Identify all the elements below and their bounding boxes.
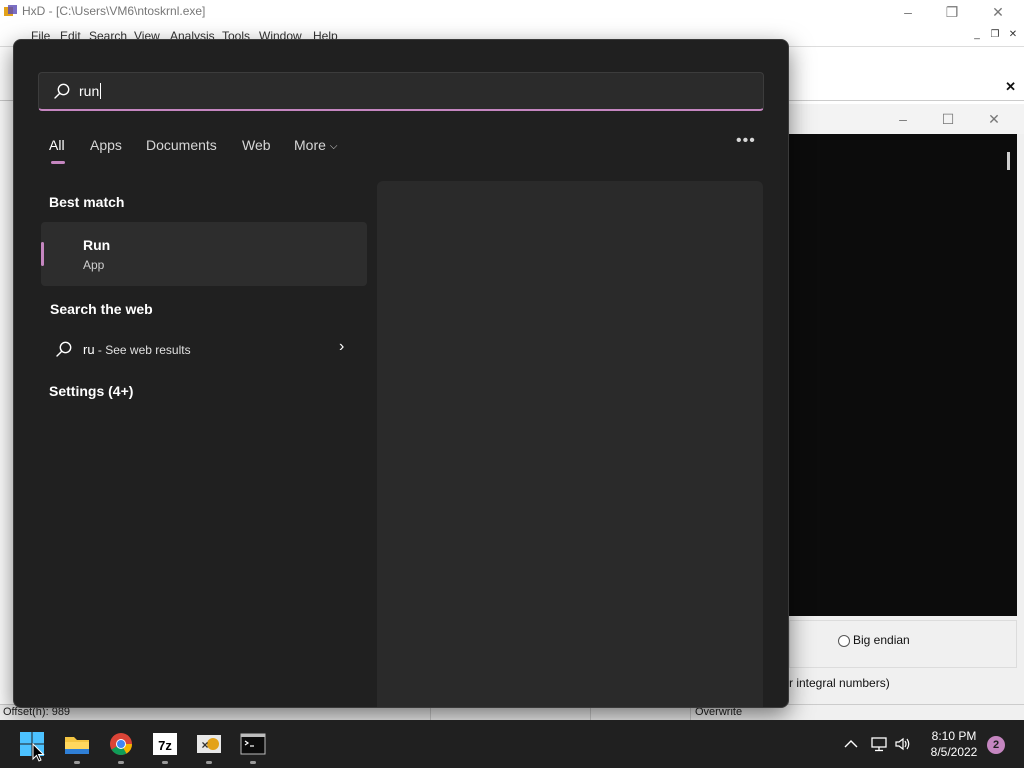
hxd-button[interactable]: × <box>193 728 225 764</box>
search-input[interactable]: run <box>38 72 764 111</box>
search-icon <box>54 83 70 99</box>
tab-close-icon[interactable]: ✕ <box>1005 79 1016 95</box>
search-web-heading: Search the web <box>50 301 153 317</box>
web-query: ru <box>83 342 95 357</box>
tab-web[interactable]: Web <box>242 137 271 153</box>
file-explorer-button[interactable] <box>61 728 93 764</box>
mdi-minimize-button[interactable]: _ <box>970 28 984 42</box>
running-indicator <box>74 761 80 764</box>
endianness-group: Big endian <box>789 620 1017 668</box>
scrollbar-thumb[interactable] <box>1007 152 1010 170</box>
svg-text:×: × <box>201 738 208 752</box>
best-match-type: App <box>83 258 105 272</box>
volume-icon[interactable] <box>894 735 912 753</box>
text-caret <box>100 83 102 99</box>
tab-documents[interactable]: Documents <box>146 137 217 153</box>
tab-more[interactable]: More ⌵ <box>294 137 338 153</box>
best-match-name: Run <box>83 237 111 253</box>
7zip-icon: 7z <box>153 733 177 755</box>
search-icon <box>56 341 72 357</box>
search-query-text: run <box>79 83 100 99</box>
start-search-panel: run All Apps Documents Web More ⌵ ••• Bes… <box>13 39 789 708</box>
terminal-icon <box>240 733 266 755</box>
hxd-icon: × <box>197 735 221 753</box>
maximize-button[interactable]: ❐ <box>942 2 962 22</box>
system-clock[interactable]: 8:10 PM 8/5/2022 <box>918 728 990 760</box>
running-indicator <box>118 761 124 764</box>
running-indicator <box>206 761 212 764</box>
dialog-minimize-button[interactable]: – <box>893 109 913 129</box>
minimize-button[interactable]: – <box>898 2 918 22</box>
chevron-down-icon: ⌵ <box>329 141 338 152</box>
tab-apps[interactable]: Apps <box>90 137 122 153</box>
more-options-icon[interactable]: ••• <box>736 132 756 150</box>
window-title: HxD - [C:\Users\VM6\ntoskrnl.exe] <box>22 4 206 18</box>
mdi-close-button[interactable]: ✕ <box>1006 28 1020 42</box>
terminal-button[interactable] <box>237 728 269 764</box>
search-query: run <box>79 83 102 99</box>
mouse-cursor-icon <box>32 743 45 762</box>
tab-all[interactable]: All <box>49 137 65 153</box>
chrome-button[interactable] <box>105 728 137 764</box>
result-preview-pane <box>377 181 763 707</box>
background-dialog: – ☐ ✕ Big endian r integral numbers) <box>788 104 1024 704</box>
taskbar: 7z × 8:10 PM 8/5/2022 2 <box>0 720 1024 768</box>
network-icon[interactable] <box>870 735 888 753</box>
notification-badge[interactable]: 2 <box>987 736 1005 754</box>
best-match-item[interactable]: Run App <box>41 222 367 286</box>
7zip-button[interactable]: 7z <box>149 728 181 764</box>
selection-indicator <box>41 242 44 266</box>
running-indicator <box>162 761 168 764</box>
web-result-suffix: - See web results <box>94 343 191 357</box>
running-indicator <box>250 761 256 764</box>
mdi-restore-button[interactable]: ❐ <box>988 28 1002 42</box>
dialog-note-text: r integral numbers) <box>789 676 890 690</box>
clock-date: 8/5/2022 <box>930 745 978 759</box>
clock-time: 8:10 PM <box>931 729 977 743</box>
dialog-maximize-button[interactable]: ☐ <box>938 109 958 129</box>
big-endian-radio[interactable] <box>838 635 850 647</box>
file-explorer-icon <box>65 737 89 754</box>
big-endian-label: Big endian <box>853 633 910 647</box>
chevron-right-icon[interactable]: › <box>339 338 344 356</box>
hxd-app-icon <box>4 5 17 16</box>
chrome-icon <box>110 733 132 755</box>
active-tab-indicator <box>51 161 65 164</box>
dialog-title-bar: – ☐ ✕ <box>789 104 1024 134</box>
dialog-close-button[interactable]: ✕ <box>984 109 1004 129</box>
web-result-text: ru - See web results <box>83 342 191 357</box>
chevron-up-icon[interactable] <box>842 735 860 753</box>
settings-heading[interactable]: Settings (4+) <box>49 383 133 399</box>
svg-text:7z: 7z <box>158 738 172 753</box>
best-match-heading: Best match <box>49 194 125 210</box>
hxd-title-bar: HxD - [C:\Users\VM6\ntoskrnl.exe] – ❐ ✕ <box>0 0 1024 24</box>
close-button[interactable]: ✕ <box>988 2 1008 22</box>
web-result-item[interactable]: ru - See web results › <box>41 332 367 368</box>
tab-more-label: More <box>294 137 326 153</box>
console-output <box>789 134 1017 616</box>
